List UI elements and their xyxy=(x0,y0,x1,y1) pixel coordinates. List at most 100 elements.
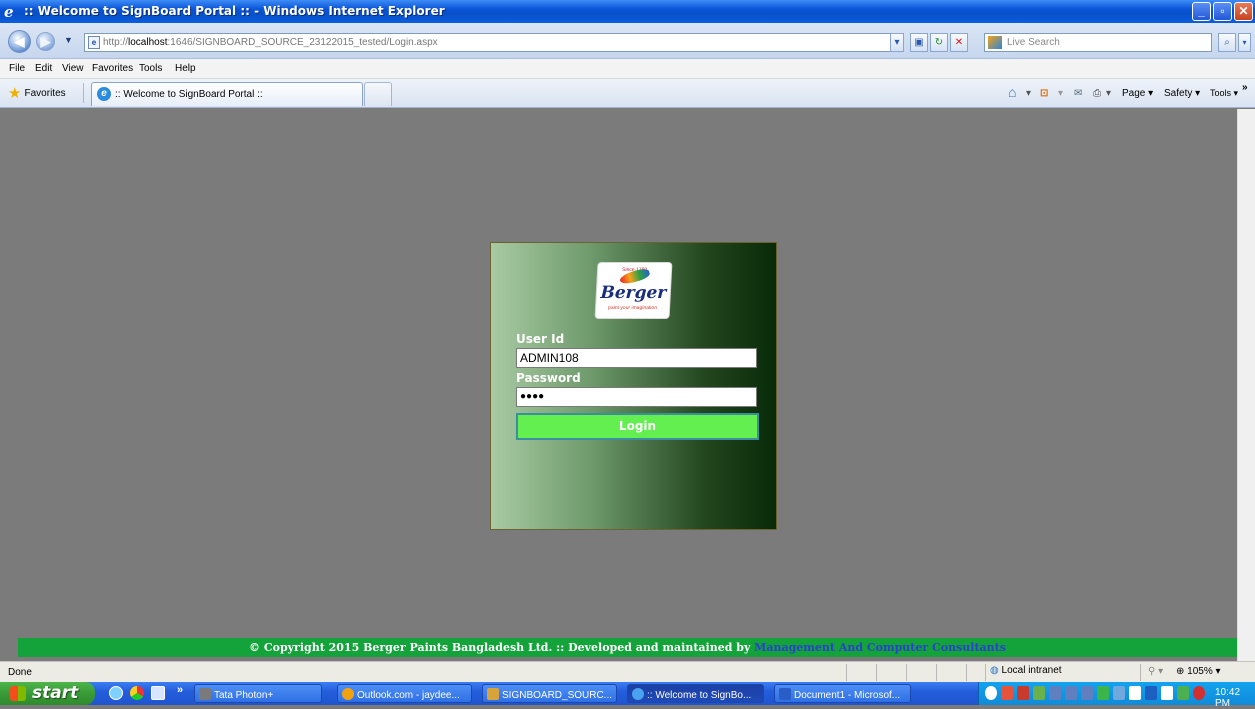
compatibility-icon[interactable]: ▣ xyxy=(910,33,928,52)
chrome-icon xyxy=(342,688,354,700)
tray-icon[interactable] xyxy=(1033,686,1045,700)
menu-favorites[interactable]: Favorites xyxy=(92,63,133,74)
opera-icon[interactable] xyxy=(1193,686,1205,700)
tray-icon[interactable] xyxy=(1001,686,1013,700)
tray-icon[interactable] xyxy=(1177,686,1189,700)
tools-menu[interactable]: Tools ▾ xyxy=(1210,88,1238,99)
berger-logo: Since 1760 Berger paint your imagination xyxy=(595,263,672,318)
address-url[interactable]: http://localhost:1646/SIGNBOARD_SOURCE_2… xyxy=(103,37,438,48)
user-id-label: User Id xyxy=(516,332,565,346)
print-icon[interactable]: ⎙ xyxy=(1093,88,1101,99)
start-button[interactable]: start xyxy=(0,682,95,705)
menu-help[interactable]: Help xyxy=(175,63,196,74)
taskbar-button-document1[interactable]: Document1 - Microsof... xyxy=(774,684,911,703)
refresh-icon[interactable]: ↻ xyxy=(930,33,948,52)
divider xyxy=(966,664,967,681)
feeds-dropdown-icon[interactable]: ▾ xyxy=(1058,88,1063,99)
back-button[interactable]: ◀ xyxy=(8,30,31,53)
volume-icon[interactable] xyxy=(1161,686,1173,700)
tray-icon[interactable] xyxy=(1017,686,1029,700)
network-icon[interactable] xyxy=(1081,686,1093,700)
page-menu[interactable]: Page ▾ xyxy=(1122,88,1153,99)
menu-bar: File Edit View Favorites Tools Help xyxy=(0,59,1255,79)
quicklaunch-icon[interactable] xyxy=(109,686,123,700)
title-bar: e :: Welcome to SignBoard Portal :: - Wi… xyxy=(0,0,1255,23)
favorites-tab-row: ★ Favorites e :: Welcome to SignBoard Po… xyxy=(0,79,1255,108)
menu-edit[interactable]: Edit xyxy=(35,63,52,74)
tray-icon[interactable] xyxy=(1097,686,1109,700)
forward-button[interactable]: ▶ xyxy=(36,32,55,51)
url-prefix: http:// xyxy=(103,37,129,48)
bluetooth-icon[interactable] xyxy=(1129,686,1141,700)
mail-icon[interactable]: ✉ xyxy=(1074,88,1082,99)
stop-icon[interactable]: ✕ xyxy=(950,33,968,52)
print-dropdown-icon[interactable]: ▾ xyxy=(1106,88,1111,99)
chevron-more-icon[interactable]: » xyxy=(1242,82,1248,93)
word-icon xyxy=(779,688,791,700)
tray-arrow-icon[interactable] xyxy=(985,686,997,700)
chevron-more-icon[interactable]: » xyxy=(177,684,183,696)
address-dropdown-icon[interactable]: ▾ xyxy=(890,33,904,52)
divider xyxy=(846,664,847,681)
ie-quicklaunch-icon[interactable] xyxy=(151,686,165,700)
new-tab-button[interactable] xyxy=(364,82,392,106)
user-id-field[interactable]: ADMIN108 xyxy=(516,348,757,368)
zoom-control[interactable]: ⊕ 105% ▾ xyxy=(1176,666,1221,677)
zoom-dropdown-icon: ▾ xyxy=(1215,666,1221,677)
globe-icon: ◍ xyxy=(990,665,999,676)
address-field[interactable]: e http://localhost:1646/SIGNBOARD_SOURCE… xyxy=(84,33,904,52)
safety-menu[interactable]: Safety ▾ xyxy=(1164,88,1200,99)
footer-link[interactable]: Management And Computer Consultants xyxy=(754,641,1006,654)
security-zone[interactable]: ◍ Local intranet xyxy=(990,665,1062,676)
menu-file[interactable]: File xyxy=(9,63,25,74)
url-host: localhost xyxy=(128,37,168,48)
chrome-icon[interactable] xyxy=(130,686,144,700)
tab-signboard-portal[interactable]: e :: Welcome to SignBoard Portal :: xyxy=(91,82,363,106)
menu-view[interactable]: View xyxy=(62,63,84,74)
divider xyxy=(876,664,877,681)
favorites-button[interactable]: ★ Favorites xyxy=(8,84,66,102)
taskbar: start » Tata Photon+ Outlook.com - jayde… xyxy=(0,682,1255,709)
zone-label: Local intranet xyxy=(1001,665,1062,676)
taskbar-button-signboard-source[interactable]: SIGNBOARD_SOURC... xyxy=(482,684,617,703)
start-label: start xyxy=(32,683,79,703)
taskbar-label: SIGNBOARD_SOURC... xyxy=(502,690,613,701)
network-icon[interactable] xyxy=(1065,686,1077,700)
minimize-button[interactable]: _ xyxy=(1192,2,1211,21)
home-icon[interactable]: ⌂ xyxy=(1008,84,1016,100)
taskbar-button-outlook[interactable]: Outlook.com - jaydee... xyxy=(337,684,472,703)
window-title: :: Welcome to SignBoard Portal :: - Wind… xyxy=(24,4,445,18)
scrollbar[interactable] xyxy=(1237,109,1255,661)
feeds-icon[interactable]: ⊡ xyxy=(1040,88,1048,99)
password-field[interactable]: ●●●● xyxy=(516,387,757,407)
live-search-icon xyxy=(988,36,1002,49)
protected-mode-icon[interactable]: ⚲ ▾ xyxy=(1148,666,1163,677)
tab-title: :: Welcome to SignBoard Portal :: xyxy=(115,89,263,100)
taskbar-label: Outlook.com - jaydee... xyxy=(357,690,460,701)
login-button[interactable]: Login xyxy=(516,413,759,440)
status-bar: Done ◍ Local intranet ⚲ ▾ ⊕ 105% ▾ xyxy=(0,661,1255,682)
close-button[interactable]: ✕ xyxy=(1234,2,1253,21)
ie-icon: e xyxy=(4,3,14,21)
folder-icon xyxy=(487,688,499,700)
search-options-icon[interactable]: ▾ xyxy=(1238,33,1251,52)
copyright-footer: © Copyright 2015 Berger Paints Banglades… xyxy=(18,638,1237,657)
home-dropdown-icon[interactable]: ▾ xyxy=(1026,88,1031,99)
menu-tools[interactable]: Tools xyxy=(139,63,162,74)
maximize-button[interactable]: ▫ xyxy=(1213,2,1232,21)
taskbar-button-welcome-signboard[interactable]: :: Welcome to SignBo... xyxy=(627,684,764,703)
bluetooth-icon[interactable] xyxy=(1145,686,1157,700)
ie-icon xyxy=(632,688,644,700)
taskbar-button-tata-photon[interactable]: Tata Photon+ xyxy=(194,684,322,703)
taskbar-label: :: Welcome to SignBo... xyxy=(647,690,752,701)
page-icon: e xyxy=(88,36,100,49)
history-dropdown-icon[interactable]: ▼ xyxy=(64,35,73,45)
search-icon[interactable]: ⌕ xyxy=(1218,33,1236,52)
search-input[interactable]: Live Search xyxy=(984,33,1212,52)
status-text: Done xyxy=(8,667,32,678)
star-icon: ★ xyxy=(8,85,22,102)
network-icon[interactable] xyxy=(1049,686,1061,700)
tray-icon[interactable] xyxy=(1113,686,1125,700)
footer-text: © Copyright 2015 Berger Paints Banglades… xyxy=(249,641,755,654)
clock[interactable]: 10:42 PM xyxy=(1215,687,1255,709)
